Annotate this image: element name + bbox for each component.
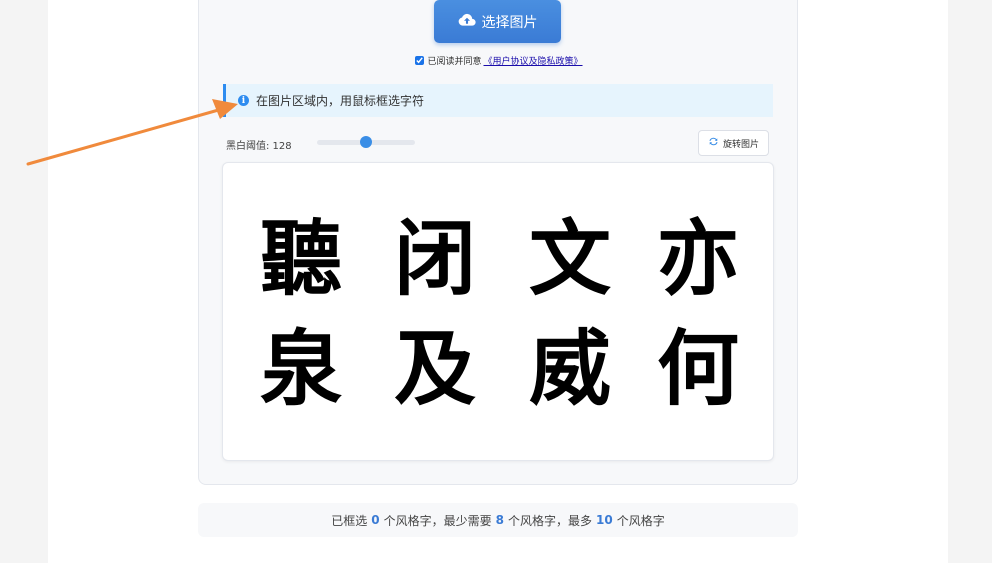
glyph-char: 亦 xyxy=(656,210,739,307)
glyph-char: 威 xyxy=(528,320,611,417)
stats-text: 个风格字，最多 xyxy=(508,513,593,528)
calligraphy-image: 聽 闭 文 亦 泉 及 威 何 xyxy=(223,163,773,460)
page-container: 选择图片 已阅读并同意 《用户协议及隐私政策》 i 在图片区域内，用鼠标框选字符… xyxy=(48,0,948,563)
rotate-label: 旋转图片 xyxy=(722,139,759,150)
threshold-slider-thumb[interactable] xyxy=(360,136,373,148)
stats-text: 已框选 xyxy=(331,513,368,528)
glyph-char: 文 xyxy=(528,210,611,307)
upload-card: 选择图片 已阅读并同意 《用户协议及隐私政策》 i 在图片区域内，用鼠标框选字符… xyxy=(198,0,798,485)
max-count: 10 xyxy=(596,513,613,527)
selection-stats: 已框选 0 个风格字，最少需要 8 个风格字，最多 10 个风格字 xyxy=(198,503,798,537)
min-count: 8 xyxy=(495,513,504,527)
stats-text: 个风格字 xyxy=(616,513,665,528)
threshold-slider[interactable] xyxy=(317,136,415,148)
select-image-button[interactable]: 选择图片 xyxy=(434,0,561,43)
image-canvas[interactable]: 聽 闭 文 亦 泉 及 威 何 xyxy=(222,162,774,461)
agreement-checkbox[interactable] xyxy=(415,56,425,65)
glyph-char: 及 xyxy=(393,320,476,417)
selected-count: 0 xyxy=(371,513,380,527)
agreement-row: 已阅读并同意 《用户协议及隐私政策》 xyxy=(199,54,799,67)
info-icon: i xyxy=(238,95,249,106)
agreement-text: 已阅读并同意 xyxy=(427,57,482,67)
glyph-char: 泉 xyxy=(259,320,342,417)
info-alert: i 在图片区域内，用鼠标框选字符 xyxy=(223,84,773,117)
cloud-upload-icon xyxy=(458,13,476,31)
agreement-link[interactable]: 《用户协议及隐私政策》 xyxy=(484,54,583,67)
left-gutter xyxy=(0,0,48,563)
select-image-label: 选择图片 xyxy=(481,14,538,31)
threshold-label: 黑白阈值: 128 xyxy=(226,141,292,152)
glyph-char: 何 xyxy=(656,320,739,417)
stats-text: 个风格字，最少需要 xyxy=(383,513,492,528)
glyph-char: 闭 xyxy=(393,210,476,307)
rotate-image-button[interactable]: 旋转图片 xyxy=(698,130,769,156)
right-gutter xyxy=(948,0,992,563)
rotate-icon xyxy=(708,136,719,150)
glyph-char: 聽 xyxy=(259,210,342,307)
info-text: 在图片区域内，用鼠标框选字符 xyxy=(256,94,425,108)
